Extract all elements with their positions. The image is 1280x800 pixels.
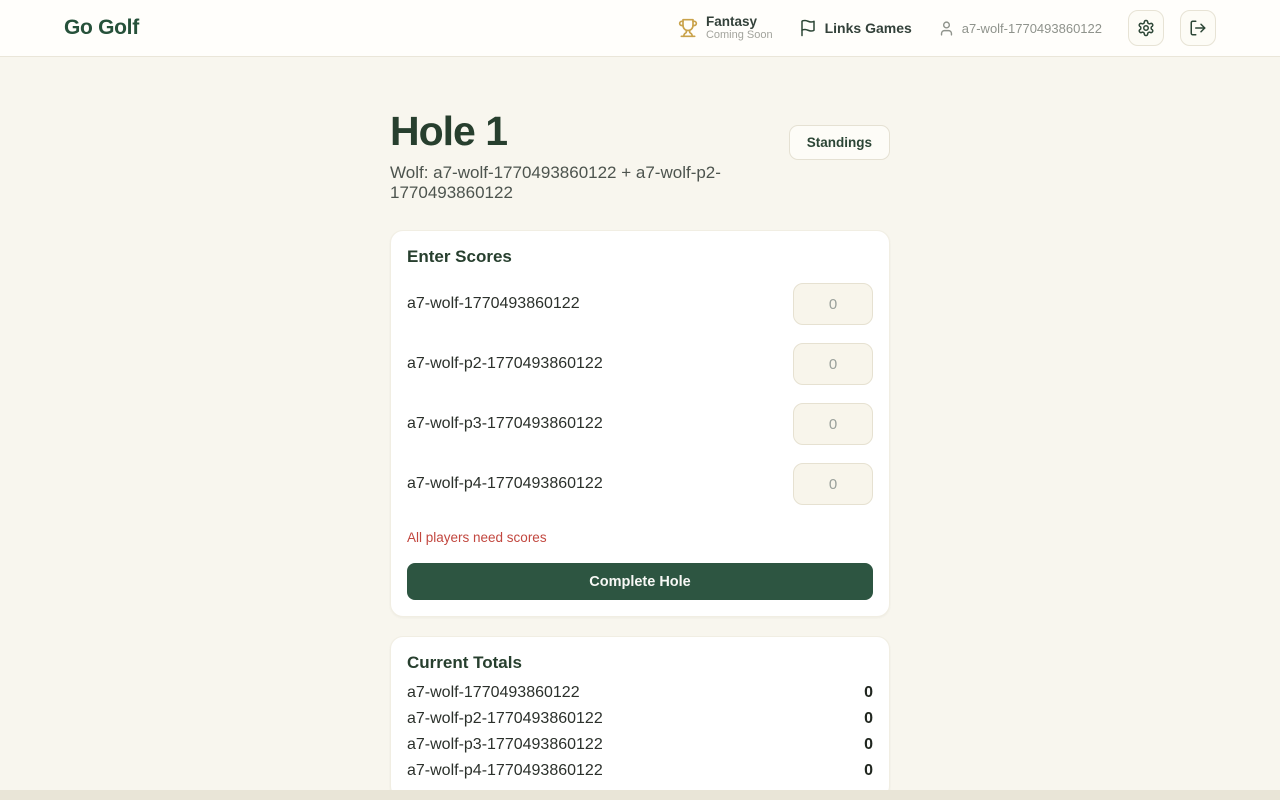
navbar-right: Fantasy Coming Soon Links Games a7-wolf-…: [678, 10, 1216, 46]
page-title: Hole 1: [390, 109, 789, 154]
user-icon: [938, 20, 955, 37]
total-row: a7-wolf-1770493860122 0: [407, 680, 873, 706]
logout-button[interactable]: [1180, 10, 1216, 46]
player-name: a7-wolf-p2-1770493860122: [407, 355, 603, 373]
flag-icon: [799, 19, 817, 37]
nav-item-links-games[interactable]: Links Games: [799, 19, 912, 37]
enter-scores-card: Enter Scores a7-wolf-1770493860122 a7-wo…: [390, 230, 890, 617]
score-input-player-4[interactable]: [793, 463, 873, 505]
fantasy-label: Fantasy: [706, 14, 773, 30]
wolf-subtitle: Wolf: a7-wolf-1770493860122 + a7-wolf-p2…: [390, 163, 789, 203]
username-label: a7-wolf-1770493860122: [962, 21, 1102, 36]
current-totals-card: Current Totals a7-wolf-1770493860122 0 a…: [390, 636, 890, 799]
total-player-name: a7-wolf-p2-1770493860122: [407, 706, 603, 732]
score-row: a7-wolf-p2-1770493860122: [407, 343, 873, 385]
top-navbar: Go Golf Fantasy Coming Soon: [0, 0, 1280, 57]
total-value: 0: [864, 732, 873, 758]
trophy-icon: [678, 18, 698, 38]
settings-button[interactable]: [1128, 10, 1164, 46]
total-value: 0: [864, 680, 873, 706]
player-name: a7-wolf-1770493860122: [407, 295, 580, 313]
current-totals-heading: Current Totals: [407, 653, 873, 673]
total-player-name: a7-wolf-p3-1770493860122: [407, 732, 603, 758]
total-row: a7-wolf-p2-1770493860122 0: [407, 706, 873, 732]
score-row: a7-wolf-p4-1770493860122: [407, 463, 873, 505]
score-input-player-2[interactable]: [793, 343, 873, 385]
score-row: a7-wolf-p3-1770493860122: [407, 403, 873, 445]
total-value: 0: [864, 706, 873, 732]
validation-error: All players need scores: [407, 530, 873, 545]
player-name: a7-wolf-p3-1770493860122: [407, 415, 603, 433]
score-row: a7-wolf-1770493860122: [407, 283, 873, 325]
total-value: 0: [864, 758, 873, 784]
enter-scores-heading: Enter Scores: [407, 247, 873, 267]
standings-button[interactable]: Standings: [789, 125, 890, 160]
total-player-name: a7-wolf-p4-1770493860122: [407, 758, 603, 784]
total-row: a7-wolf-p3-1770493860122 0: [407, 732, 873, 758]
nav-item-fantasy[interactable]: Fantasy Coming Soon: [678, 14, 773, 42]
nav-user: a7-wolf-1770493860122: [938, 20, 1102, 37]
gear-icon: [1137, 19, 1155, 37]
total-player-name: a7-wolf-1770493860122: [407, 680, 580, 706]
total-row: a7-wolf-p4-1770493860122 0: [407, 758, 873, 784]
player-name: a7-wolf-p4-1770493860122: [407, 475, 603, 493]
fantasy-sublabel: Coming Soon: [706, 29, 773, 42]
links-games-label: Links Games: [825, 20, 912, 36]
footer-strip: [0, 790, 1280, 800]
score-input-player-3[interactable]: [793, 403, 873, 445]
logout-icon: [1189, 19, 1207, 37]
complete-hole-button[interactable]: Complete Hole: [407, 563, 873, 600]
app-logo[interactable]: Go Golf: [64, 16, 139, 40]
title-row: Hole 1 Wolf: a7-wolf-1770493860122 + a7-…: [390, 109, 890, 203]
main-content: Hole 1 Wolf: a7-wolf-1770493860122 + a7-…: [390, 57, 890, 799]
score-input-player-1[interactable]: [793, 283, 873, 325]
